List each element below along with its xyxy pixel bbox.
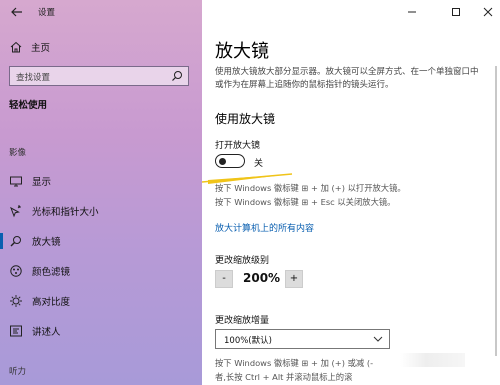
group-vision-header: 影像 bbox=[9, 148, 27, 158]
sidebar-item-magnifier[interactable]: 放大镜 bbox=[0, 228, 202, 254]
minimize-icon[interactable] bbox=[404, 4, 420, 20]
zoom-increment-select[interactable]: 100%(默认) bbox=[215, 329, 390, 349]
sidebar-item-color-filter[interactable]: 颜色滤镜 bbox=[0, 258, 202, 284]
open-magnifier-label: 打开放大镜 bbox=[215, 141, 261, 151]
sidebar-item-label: 显示 bbox=[32, 177, 52, 188]
page-description: 使用放大镜放大部分显示器。放大镜可以全屏方式、在一个单独窗口中或作为在屏幕上追随… bbox=[215, 67, 479, 90]
toggle-state-label: 关 bbox=[254, 159, 264, 169]
home-label: 主页 bbox=[31, 43, 51, 54]
high-contrast-icon bbox=[9, 294, 23, 308]
blurred-overlay bbox=[400, 353, 465, 367]
annotation-arrow-icon bbox=[202, 173, 293, 184]
home-icon bbox=[9, 40, 23, 54]
hint-close-shortcut: 按下 Windows 徽标键 ⊞ + Esc 以关闭放大镜。 bbox=[215, 197, 396, 207]
sidebar-item-cursor-size[interactable]: 光标和指针大小 bbox=[0, 198, 202, 224]
toggle-knob bbox=[219, 157, 226, 165]
zoom-increment-value: 100%(默认) bbox=[224, 336, 272, 346]
magnifier-icon bbox=[9, 234, 23, 248]
group-hearing-header: 听力 bbox=[9, 367, 27, 377]
sidebar-item-label: 颜色滤镜 bbox=[32, 267, 71, 278]
maximize-icon[interactable] bbox=[448, 4, 464, 20]
search-icon[interactable] bbox=[170, 69, 184, 83]
title-bar: 设置 bbox=[0, 0, 202, 24]
zoom-increase-button[interactable]: + bbox=[285, 270, 303, 288]
sidebar: 设置 主页 查找设置 轻松使用 影像 显示 光标和指针大小 放大镜 颜色滤镜 高… bbox=[0, 0, 202, 385]
sidebar-item-label: 放大镜 bbox=[32, 237, 61, 248]
close-icon[interactable] bbox=[480, 4, 496, 20]
scrollbar[interactable] bbox=[494, 66, 498, 356]
sidebar-item-label: 高对比度 bbox=[32, 297, 71, 308]
hint-zoom-line-1: 按下 Windows 徽标键 ⊞ + 加 (+) 或减 (- bbox=[215, 358, 374, 368]
section-title: 轻松使用 bbox=[9, 100, 48, 111]
magnify-all-link[interactable]: 放大计算机上的所有内容 bbox=[215, 221, 314, 234]
hint-zoom-line-2: 者,长按 Ctrl + Alt 并滚动鼠标上的滚 bbox=[215, 372, 353, 382]
chevron-down-icon bbox=[372, 333, 384, 345]
home-link[interactable]: 主页 bbox=[9, 40, 50, 54]
search-placeholder: 查找设置 bbox=[16, 73, 51, 83]
magnifier-toggle[interactable] bbox=[215, 154, 245, 168]
window-title: 设置 bbox=[38, 8, 56, 18]
search-input[interactable]: 查找设置 bbox=[9, 66, 189, 86]
zoom-decrease-button[interactable]: - bbox=[215, 270, 233, 288]
zoom-level-label: 更改缩放级别 bbox=[215, 256, 270, 266]
zoom-increment-label: 更改缩放增量 bbox=[215, 316, 270, 326]
monitor-icon bbox=[9, 174, 23, 188]
sidebar-item-high-contrast[interactable]: 高对比度 bbox=[0, 288, 202, 314]
cursor-size-icon bbox=[9, 204, 23, 218]
back-arrow-icon[interactable] bbox=[9, 4, 25, 20]
page-title: 放大镜 bbox=[215, 41, 269, 62]
sidebar-item-label: 讲述人 bbox=[32, 327, 61, 338]
use-magnifier-heading: 使用放大镜 bbox=[215, 112, 276, 126]
narrator-icon bbox=[9, 324, 23, 338]
sidebar-item-display[interactable]: 显示 bbox=[0, 168, 202, 194]
zoom-level-value: 200% bbox=[243, 271, 281, 285]
color-filter-icon bbox=[9, 264, 23, 278]
main-panel: 放大镜 使用放大镜放大部分显示器。放大镜可以全屏方式、在一个单独窗口中或作为在屏… bbox=[202, 0, 500, 385]
sidebar-item-narrator[interactable]: 讲述人 bbox=[0, 318, 202, 344]
sidebar-item-label: 光标和指针大小 bbox=[32, 207, 99, 218]
